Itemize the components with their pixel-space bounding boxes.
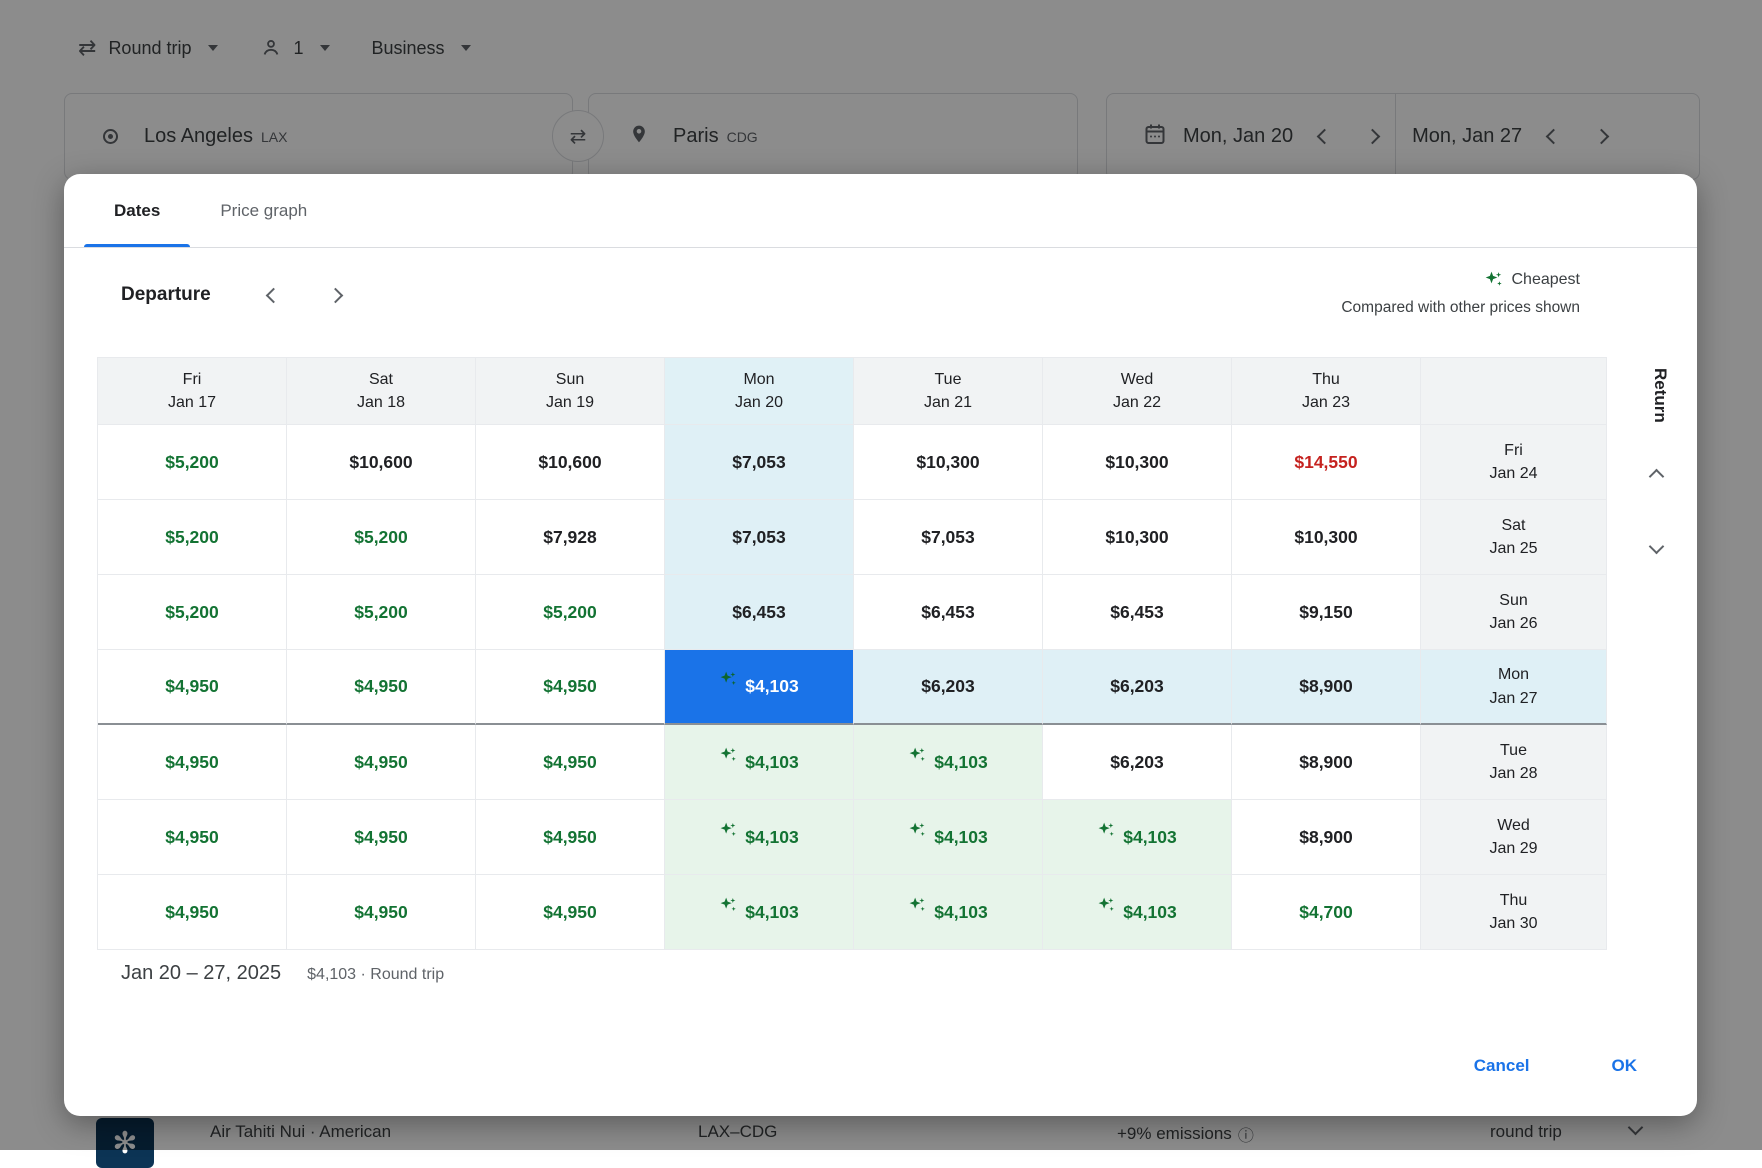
tab-price-graph[interactable]: Price graph xyxy=(190,174,337,247)
summary-price-info: $4,103 · Round trip xyxy=(307,966,444,984)
price-cell[interactable]: $7,053 xyxy=(665,500,854,575)
price-cell[interactable]: $4,950 xyxy=(98,875,287,950)
price-cell[interactable]: $6,453 xyxy=(854,575,1043,650)
return-date-cell: MonJan 27 xyxy=(1421,650,1607,725)
sparkle-icon xyxy=(908,746,927,765)
price-cell[interactable]: $4,950 xyxy=(476,800,665,875)
scroll-down-button[interactable] xyxy=(1634,524,1678,568)
cancel-button[interactable]: Cancel xyxy=(1456,1046,1548,1086)
date-picker-dialog: Dates Price graph Departure Cheapest Com… xyxy=(64,174,1697,1116)
price-cell[interactable]: $4,950 xyxy=(98,650,287,725)
summary-date-range: Jan 20 – 27, 2025 xyxy=(121,962,281,985)
next-week-button[interactable] xyxy=(319,278,353,312)
price-cell[interactable]: $8,900 xyxy=(1232,650,1421,725)
price-cell[interactable]: $9,150 xyxy=(1232,575,1421,650)
price-cell[interactable]: $6,203 xyxy=(854,650,1043,725)
selection-summary: Jan 20 – 27, 2025 $4,103 · Round trip xyxy=(121,962,444,985)
price-cell[interactable]: $4,950 xyxy=(98,725,287,800)
sparkle-icon xyxy=(719,821,738,840)
previous-week-button[interactable] xyxy=(257,278,291,312)
tab-dates-label: Dates xyxy=(114,201,160,221)
price-cell[interactable]: $4,950 xyxy=(287,800,476,875)
cheapest-label: Cheapest xyxy=(1512,271,1581,289)
price-cell[interactable]: $7,053 xyxy=(854,500,1043,575)
column-header: SatJan 18 xyxy=(287,358,476,425)
price-cell[interactable]: $4,103 xyxy=(665,800,854,875)
price-cell[interactable]: $10,600 xyxy=(476,425,665,500)
sparkle-icon xyxy=(719,670,738,689)
tab-dates[interactable]: Dates xyxy=(84,174,190,247)
price-cell[interactable]: $4,103 xyxy=(665,725,854,800)
return-axis-label: Return xyxy=(1640,320,1680,470)
price-cell[interactable]: $5,200 xyxy=(287,575,476,650)
sparkle-icon xyxy=(719,896,738,915)
return-date-cell: ThuJan 30 xyxy=(1421,875,1607,950)
return-date-cell: FriJan 24 xyxy=(1421,425,1607,500)
tab-price-graph-label: Price graph xyxy=(220,201,307,221)
price-cell[interactable]: $5,200 xyxy=(476,575,665,650)
price-cell[interactable]: $4,950 xyxy=(287,875,476,950)
price-cell[interactable]: $10,300 xyxy=(1043,500,1232,575)
sparkle-icon xyxy=(908,821,927,840)
return-date-cell: SunJan 26 xyxy=(1421,575,1607,650)
price-cell[interactable]: $4,950 xyxy=(476,875,665,950)
column-header: FriJan 17 xyxy=(98,358,287,425)
column-header: TueJan 21 xyxy=(854,358,1043,425)
price-cell[interactable]: $4,950 xyxy=(287,650,476,725)
price-cell[interactable]: $4,103 xyxy=(1043,875,1232,950)
sparkle-icon xyxy=(1484,270,1504,290)
column-header: ThuJan 23 xyxy=(1232,358,1421,425)
price-cell[interactable]: $5,200 xyxy=(98,425,287,500)
sparkle-icon xyxy=(1097,896,1116,915)
price-cell[interactable]: $8,900 xyxy=(1232,725,1421,800)
column-header: MonJan 20 xyxy=(665,358,854,425)
price-cell[interactable]: $10,300 xyxy=(1232,500,1421,575)
cheapest-legend: Cheapest Compared with other prices show… xyxy=(1341,270,1580,317)
price-table: FriJan 17SatJan 18SunJan 19MonJan 20TueJ… xyxy=(97,357,1607,950)
return-date-cell: WedJan 29 xyxy=(1421,800,1607,875)
price-cell[interactable]: $4,103 xyxy=(854,800,1043,875)
price-cell[interactable]: $4,700 xyxy=(1232,875,1421,950)
price-cell[interactable]: $5,200 xyxy=(287,500,476,575)
departure-label: Departure xyxy=(121,284,211,306)
price-cell[interactable]: $4,950 xyxy=(476,725,665,800)
price-cell[interactable]: $4,950 xyxy=(98,800,287,875)
departure-nav: Departure xyxy=(121,278,353,312)
price-cell[interactable]: $4,103 xyxy=(665,875,854,950)
column-header: WedJan 22 xyxy=(1043,358,1232,425)
price-cell[interactable]: $4,103 xyxy=(854,875,1043,950)
price-cell[interactable]: $7,928 xyxy=(476,500,665,575)
price-cell[interactable]: $5,200 xyxy=(98,575,287,650)
price-cell[interactable]: $4,103 xyxy=(665,650,854,725)
legend-subtitle: Compared with other prices shown xyxy=(1341,299,1580,317)
price-cell[interactable]: $8,900 xyxy=(1232,800,1421,875)
price-cell[interactable]: $4,950 xyxy=(476,650,665,725)
price-cell[interactable]: $6,453 xyxy=(665,575,854,650)
price-cell[interactable]: $10,600 xyxy=(287,425,476,500)
return-date-cell: TueJan 28 xyxy=(1421,725,1607,800)
price-cell[interactable]: $7,053 xyxy=(665,425,854,500)
price-cell[interactable]: $4,103 xyxy=(1043,800,1232,875)
price-cell[interactable]: $4,103 xyxy=(854,725,1043,800)
price-cell[interactable]: $6,203 xyxy=(1043,725,1232,800)
sparkle-icon xyxy=(908,896,927,915)
price-cell[interactable]: $6,203 xyxy=(1043,650,1232,725)
price-cell[interactable]: $6,453 xyxy=(1043,575,1232,650)
return-date-cell: SatJan 25 xyxy=(1421,500,1607,575)
return-column-header xyxy=(1421,358,1607,425)
sparkle-icon xyxy=(1097,821,1116,840)
dialog-actions: Cancel OK xyxy=(1456,1046,1655,1086)
price-cell[interactable]: $10,300 xyxy=(854,425,1043,500)
price-cell[interactable]: $14,550 xyxy=(1232,425,1421,500)
column-header: SunJan 19 xyxy=(476,358,665,425)
ok-button[interactable]: OK xyxy=(1594,1046,1656,1086)
price-cell[interactable]: $4,950 xyxy=(287,725,476,800)
price-cell[interactable]: $5,200 xyxy=(98,500,287,575)
price-cell[interactable]: $10,300 xyxy=(1043,425,1232,500)
dialog-tabs: Dates Price graph xyxy=(64,174,1697,248)
sparkle-icon xyxy=(719,746,738,765)
scroll-up-button[interactable] xyxy=(1634,454,1678,498)
